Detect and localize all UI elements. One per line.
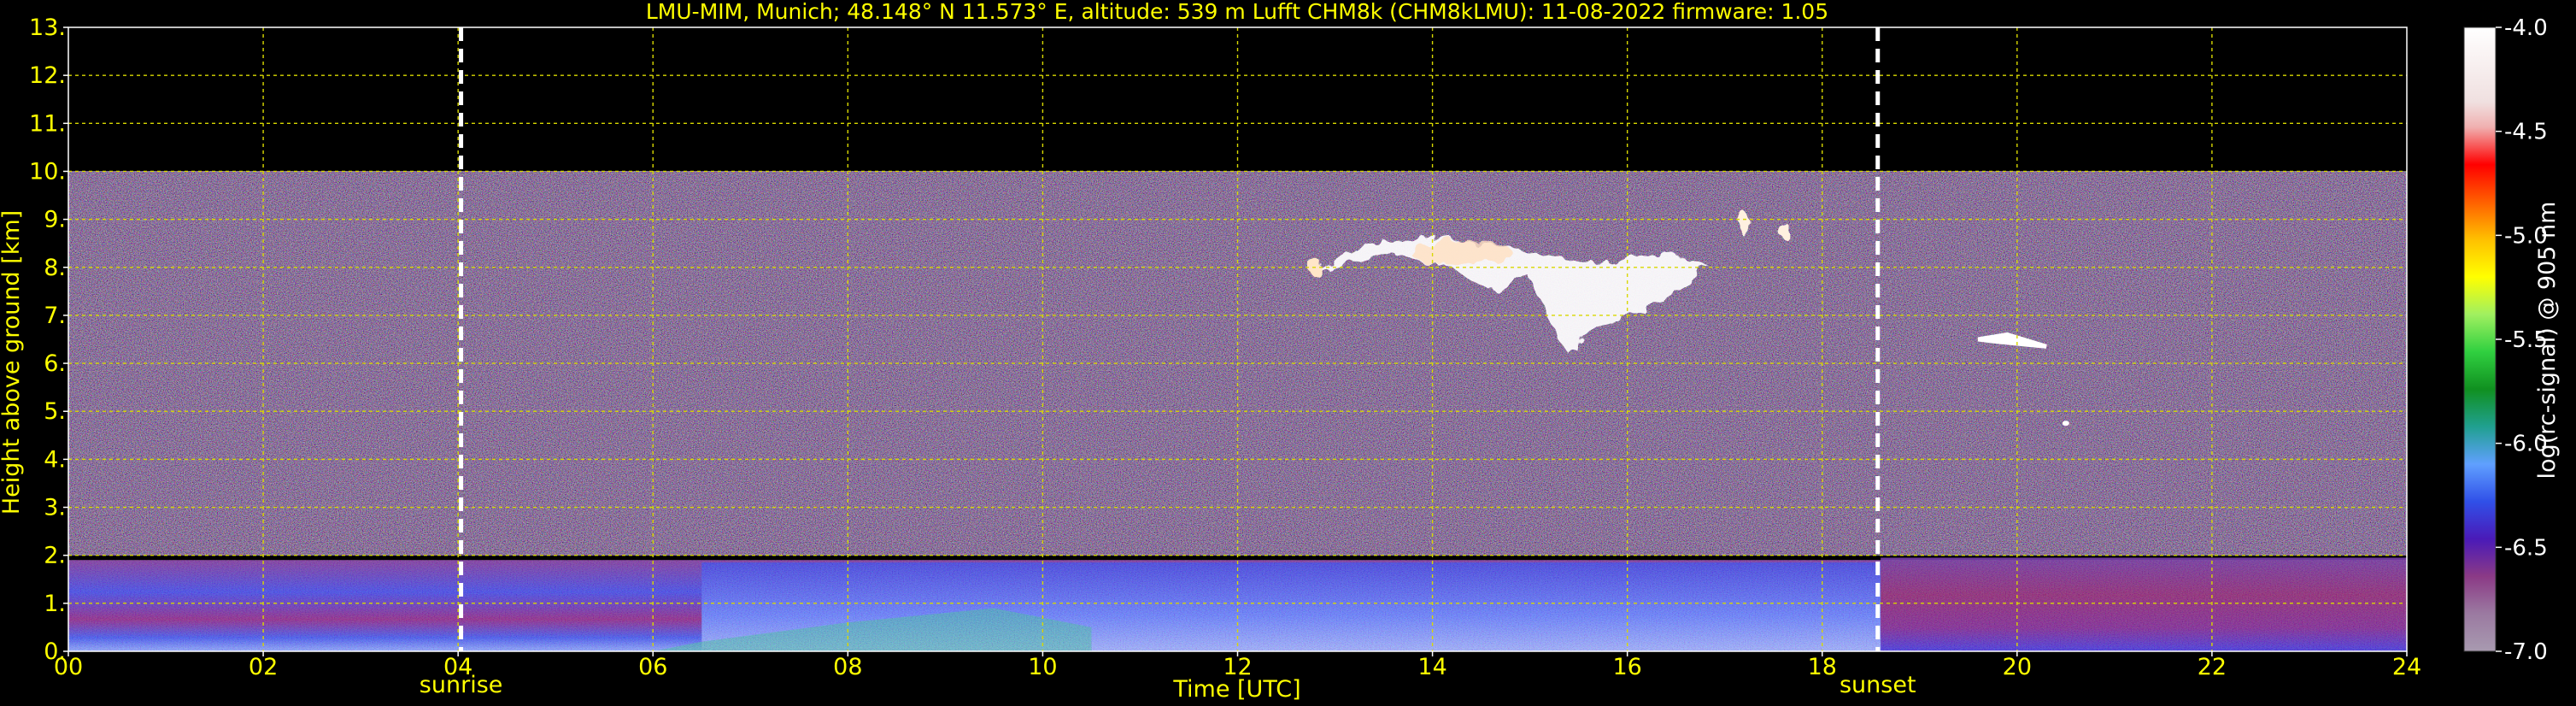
x-tick-label: 02 xyxy=(249,654,278,680)
y-tick-label: 2. xyxy=(44,543,66,569)
cirrus-edge xyxy=(1410,240,1513,265)
x-tick-label: 14 xyxy=(1417,654,1446,680)
y-tick-label: 7. xyxy=(44,303,66,329)
y-axis: 0. 1. 2. 3. 4. 5. 6. 7. 8. 9. 10. 11. 12. 13. xyxy=(29,15,68,665)
x-axis-label: Time [UTC] xyxy=(1172,676,1300,703)
colorbar-tick-label: -7.0 xyxy=(2504,639,2548,665)
y-axis-label: Height above ground [km] xyxy=(0,210,25,515)
chart-title: LMU-MIM, Munich; 48.148° N 11.573° E, al… xyxy=(646,0,1828,24)
y-tick-label: 8. xyxy=(44,255,66,281)
y-tick-label: 1. xyxy=(44,591,66,617)
x-tick-label: 20 xyxy=(2003,654,2032,680)
x-tick-label: 18 xyxy=(1808,654,1837,680)
x-tick-label: 06 xyxy=(638,654,667,680)
x-tick-label: 08 xyxy=(833,654,862,680)
y-tick-label: 6. xyxy=(44,350,66,377)
colorbar-tick-label: -4.5 xyxy=(2504,120,2548,145)
y-tick-label: 5. xyxy=(44,398,66,425)
y-tick-label: 3. xyxy=(44,495,66,521)
y-tick-label: 4. xyxy=(44,446,66,473)
marker-label-sunset: sunset xyxy=(1840,672,1916,698)
colorbar-tick-label: -4.0 xyxy=(2504,15,2548,41)
x-tick-label: 24 xyxy=(2392,654,2421,680)
colorbar xyxy=(2463,26,2497,652)
y-tick-label: 11. xyxy=(29,110,66,137)
y-tick-label: 9. xyxy=(44,207,66,233)
colorbar-label: log(rc-signal) @ 905 nm xyxy=(2534,202,2561,479)
x-tick-label: 16 xyxy=(1612,654,1641,680)
ceilometer-plot: sunrise sunset 00 02 04 06 08 10 12 14 16 18 20 22 24… xyxy=(0,0,2561,703)
x-tick-label: 22 xyxy=(2198,654,2227,680)
y-tick-label: 0. xyxy=(44,638,66,665)
colorbar-tick-label: -6.5 xyxy=(2504,535,2548,561)
cirrus-fragment xyxy=(1779,220,1788,238)
x-tick-label: 04 xyxy=(443,654,472,680)
plot-area xyxy=(68,27,2407,651)
y-tick-label: 13. xyxy=(29,15,66,41)
y-tick-label: 10. xyxy=(29,158,66,185)
x-tick-label: 10 xyxy=(1028,654,1057,680)
cirrus-fragment xyxy=(1739,212,1750,237)
y-tick-label: 12. xyxy=(29,62,66,89)
cloud-speck xyxy=(2062,421,2069,427)
